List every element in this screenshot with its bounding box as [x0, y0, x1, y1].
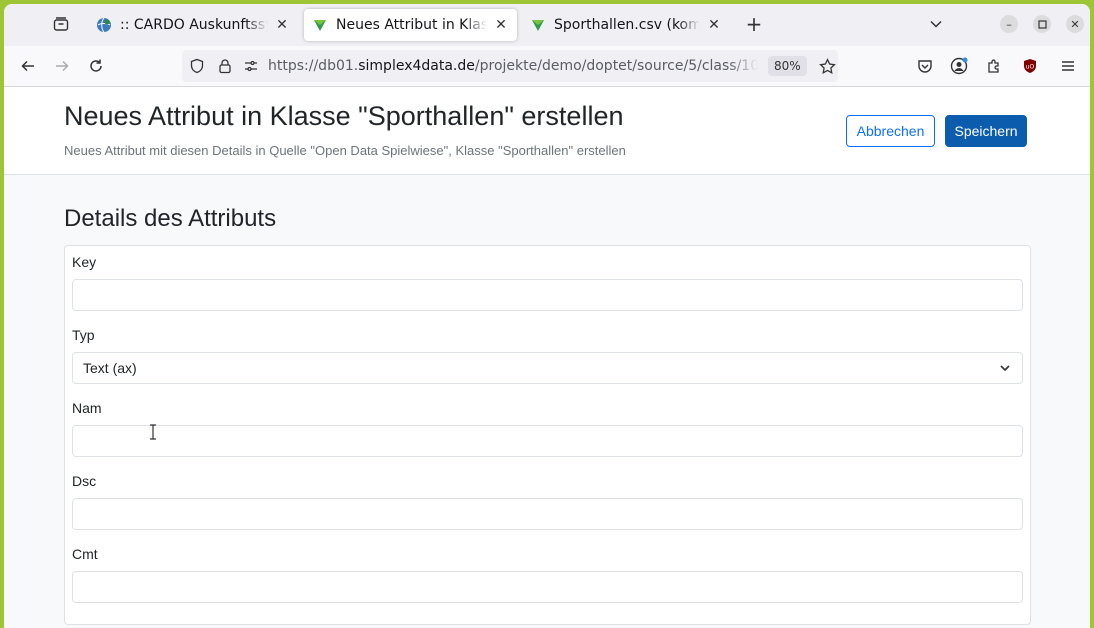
section-title: Details des Attributs: [64, 205, 277, 232]
text-cursor-icon: [149, 424, 157, 444]
key-input[interactable]: [72, 279, 1023, 311]
maximize-icon[interactable]: [1033, 15, 1051, 33]
typ-selected-value: Text (ax): [83, 360, 137, 376]
permissions-icon[interactable]: [242, 57, 260, 75]
typ-label: Typ: [72, 327, 95, 343]
shield-icon[interactable]: [188, 57, 206, 75]
back-icon[interactable]: [18, 56, 38, 76]
hamburger-menu-icon[interactable]: [1058, 56, 1078, 76]
tab-cardo[interactable]: :: CARDO Auskunftssystem ✕: [88, 9, 298, 41]
nam-label: Nam: [72, 400, 102, 416]
tab-neues-attribut[interactable]: Neues Attribut in Klasse "Sporthallen" e…: [304, 9, 517, 41]
chevron-down-icon[interactable]: [926, 14, 946, 34]
url-prefix: https://db01.: [268, 58, 359, 74]
lock-icon[interactable]: [216, 57, 234, 75]
zoom-indicator[interactable]: 80%: [768, 56, 807, 76]
close-window-icon[interactable]: ✕: [1066, 15, 1084, 33]
close-tab-icon[interactable]: ✕: [274, 17, 290, 33]
nam-input[interactable]: [72, 425, 1023, 457]
page-header: Neues Attribut in Klasse "Sporthallen" e…: [4, 87, 1090, 175]
dsc-input[interactable]: [72, 498, 1023, 530]
cancel-button[interactable]: Abbrechen: [846, 115, 935, 147]
key-label: Key: [72, 254, 97, 270]
bookmark-star-icon[interactable]: [818, 57, 836, 75]
forward-icon[interactable]: [52, 56, 72, 76]
tab-overview-icon[interactable]: [50, 13, 72, 35]
close-tab-icon[interactable]: ✕: [706, 17, 722, 33]
account-icon[interactable]: [949, 56, 969, 76]
chevron-down-icon: [998, 361, 1012, 375]
dsc-label: Dsc: [72, 473, 97, 489]
tab-title: Sporthallen.csv (komplett): [554, 17, 700, 33]
url-bar[interactable]: https://db01.simplex4data.de/projekte/de…: [182, 50, 838, 82]
browser-window: :: CARDO Auskunftssystem ✕ Neues Attribu…: [4, 4, 1090, 628]
simplex4data-icon: [530, 17, 546, 33]
page-subtitle: Neues Attribut mit diesen Details in Que…: [64, 143, 626, 158]
minimize-icon[interactable]: –: [1000, 15, 1018, 33]
attribute-details-card: Key Typ Text (ax) Nam Dsc Cmt: [64, 245, 1031, 625]
url-host: simplex4data.de: [358, 58, 475, 74]
page-content: Neues Attribut in Klasse "Sporthallen" e…: [4, 86, 1090, 628]
simplex4data-icon: [312, 17, 328, 33]
extensions-icon[interactable]: [984, 56, 1004, 76]
svg-text:uO: uO: [1026, 64, 1035, 71]
tab-strip: :: CARDO Auskunftssystem ✕ Neues Attribu…: [4, 4, 1090, 46]
close-tab-icon[interactable]: ✕: [493, 17, 509, 33]
pocket-icon[interactable]: [915, 56, 935, 76]
page-title: Neues Attribut in Klasse "Sporthallen" e…: [64, 101, 624, 131]
cmt-label: Cmt: [72, 546, 98, 562]
cardo-globe-icon: [96, 17, 112, 33]
cmt-input[interactable]: [72, 571, 1023, 603]
url-text[interactable]: https://db01.simplex4data.de/projekte/de…: [268, 58, 758, 74]
url-path: /projekte/demo/doptet/source/5/class/102…: [474, 58, 758, 74]
tab-sporthallen-csv[interactable]: Sporthallen.csv (komplett) ✕: [522, 9, 730, 41]
tab-title: :: CARDO Auskunftssystem: [120, 17, 268, 33]
tab-title: Neues Attribut in Klasse "Sporthallen" e…: [336, 17, 487, 33]
ublock-origin-icon[interactable]: uO: [1020, 56, 1040, 76]
navigation-toolbar: https://db01.simplex4data.de/projekte/de…: [4, 46, 1090, 86]
new-tab-icon[interactable]: +: [744, 12, 764, 36]
save-button[interactable]: Speichern: [945, 115, 1027, 147]
reload-icon[interactable]: [86, 56, 106, 76]
typ-select[interactable]: Text (ax): [72, 352, 1023, 384]
